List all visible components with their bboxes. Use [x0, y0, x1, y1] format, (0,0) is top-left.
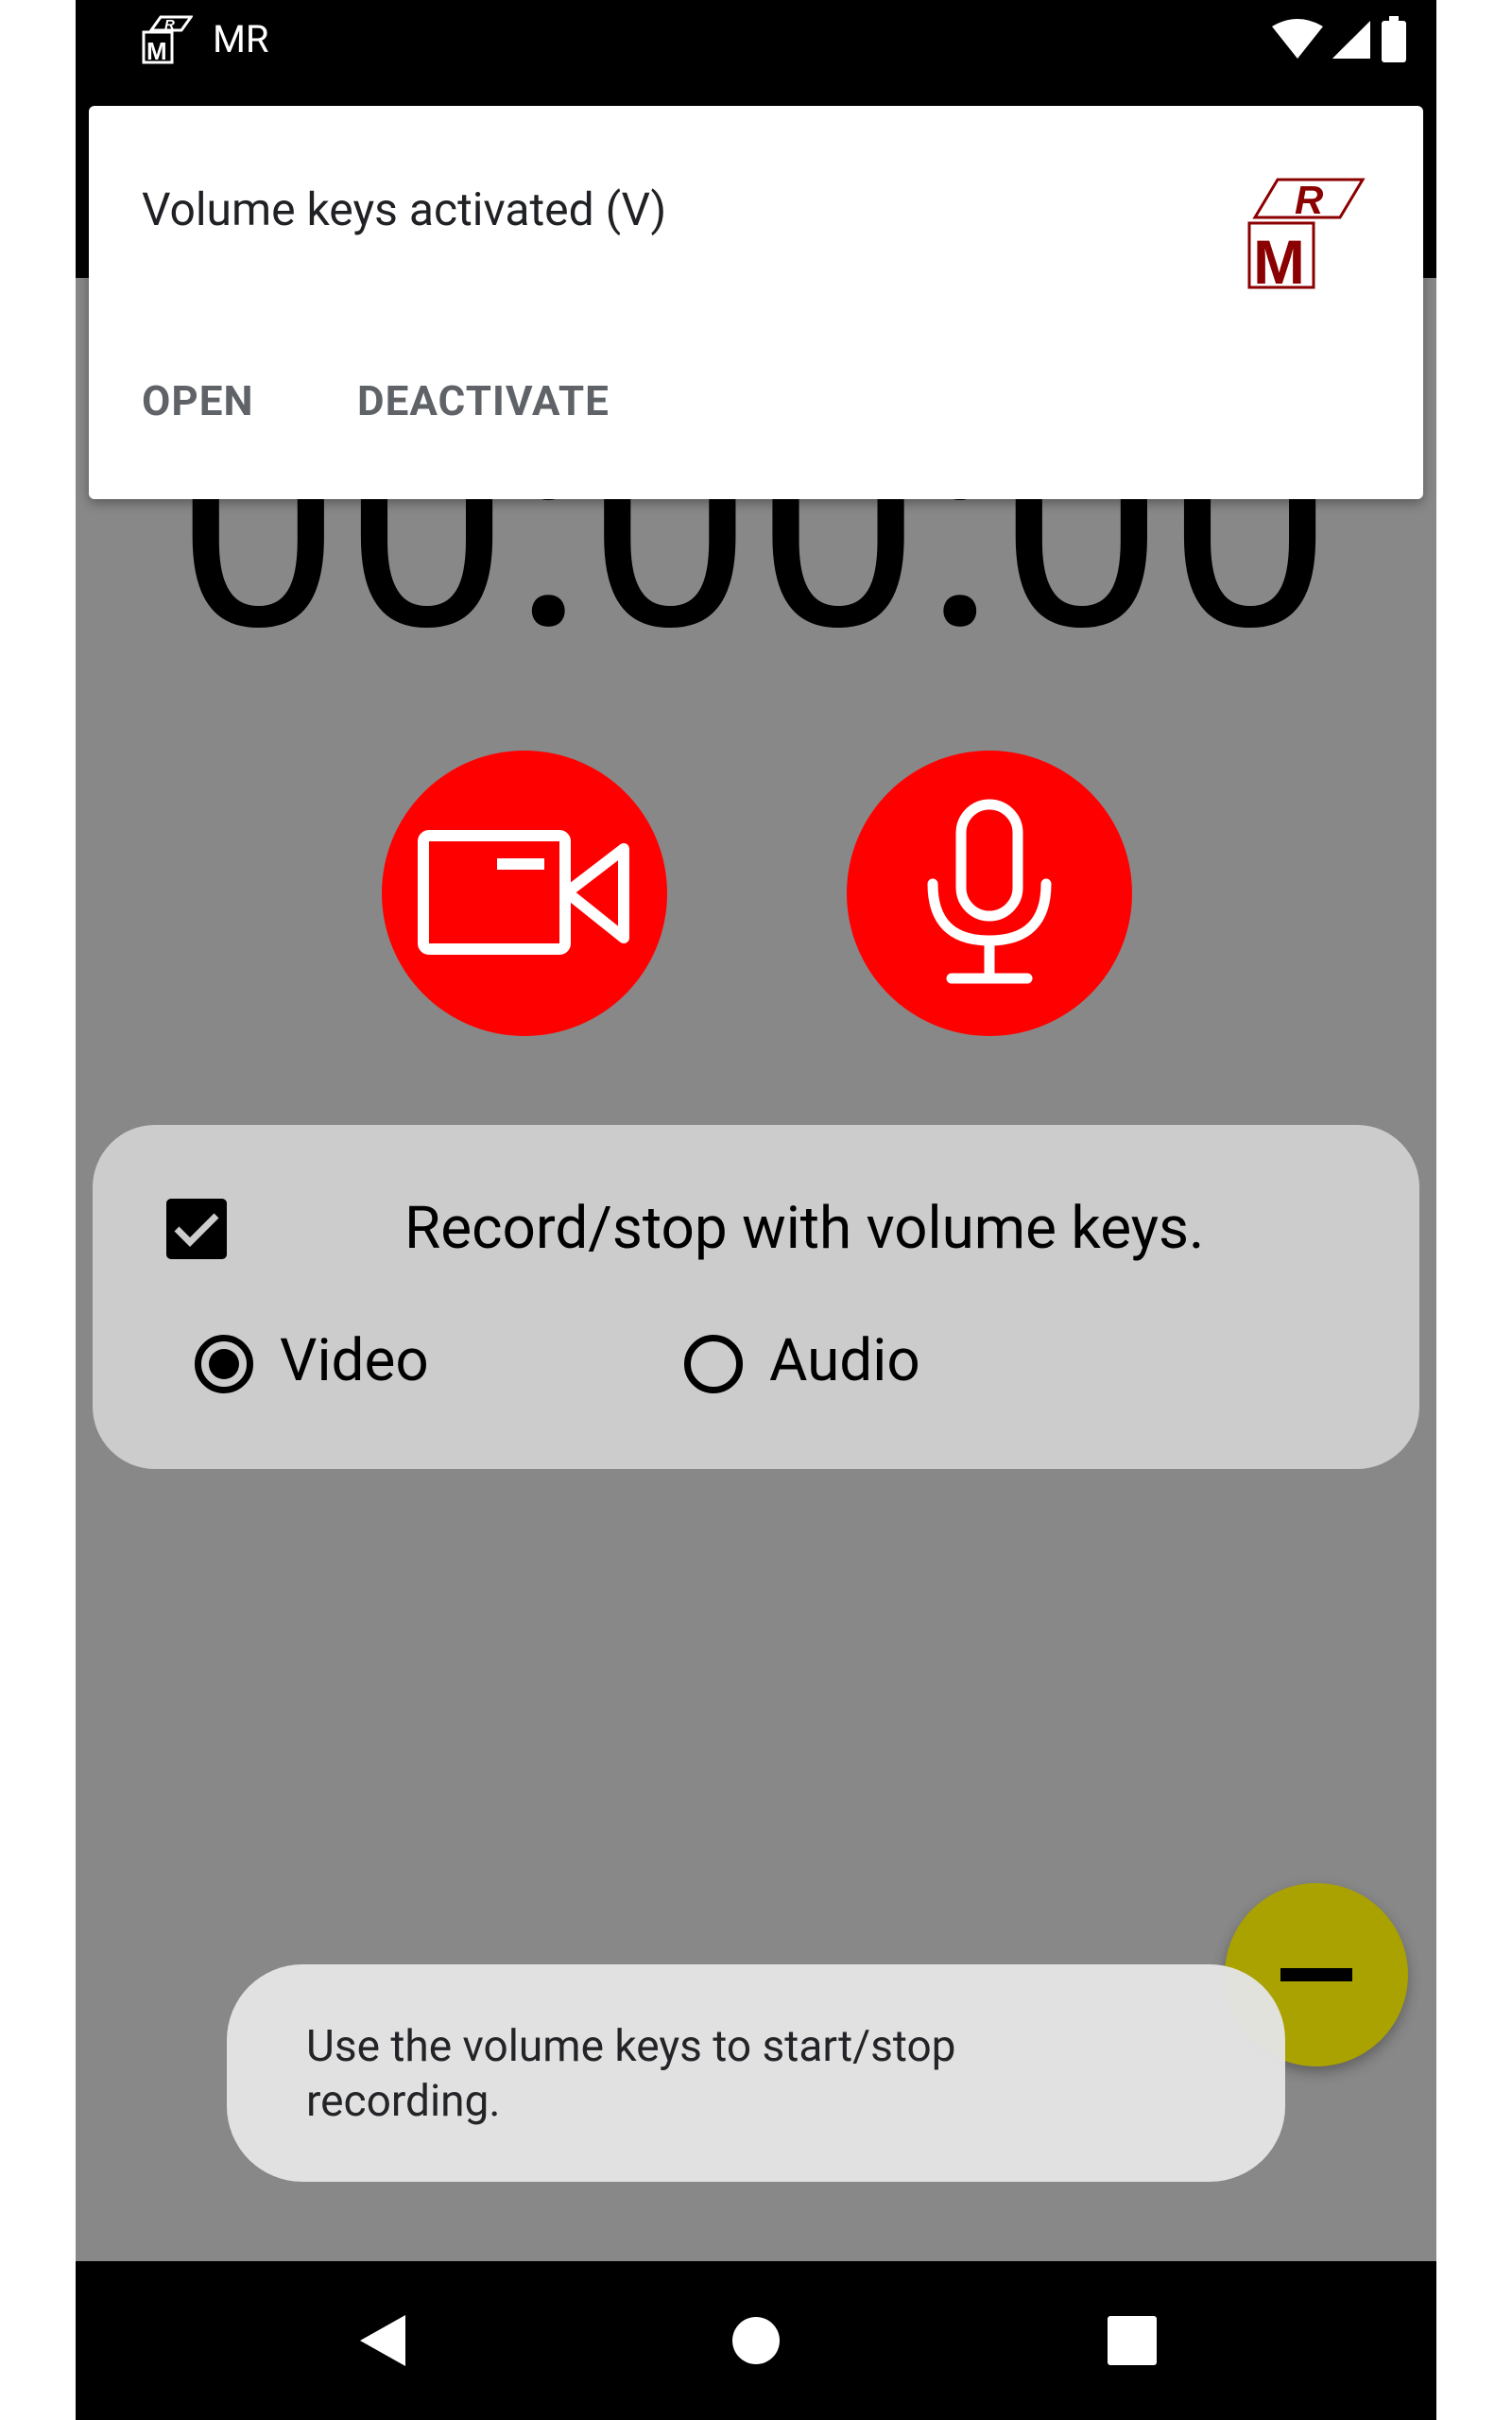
- status-app-label: MR: [213, 17, 269, 61]
- radio-video[interactable]: [195, 1335, 253, 1393]
- toast-message: Use the volume keys to start/stop record…: [227, 1964, 1285, 2182]
- radio-audio-label[interactable]: Audio: [769, 1323, 920, 1399]
- toast-text: Use the volume keys to start/stop record…: [306, 2021, 956, 2127]
- volume-keys-checkbox[interactable]: [166, 1199, 227, 1259]
- video-camera-icon: [418, 830, 629, 955]
- back-icon: [360, 2315, 405, 2366]
- volume-keys-label[interactable]: Record/stop with volume keys.: [404, 1191, 1204, 1267]
- notification-title: Volume keys activated (V): [142, 182, 667, 236]
- checkmark-icon: [174, 1213, 219, 1247]
- svg-text:M: M: [1253, 227, 1305, 295]
- heads-up-notification[interactable]: Volume keys activated (V) R M OPEN DEACT…: [89, 106, 1423, 499]
- svg-text:M: M: [146, 37, 167, 65]
- nav-home-button[interactable]: [685, 2261, 827, 2420]
- rm-logo-icon: R M: [1247, 178, 1366, 295]
- radio-selected-dot: [209, 1349, 239, 1379]
- phone-screen: 00:00:00 Record/stop with volume keys. V…: [76, 0, 1436, 2420]
- svg-text:R: R: [1295, 178, 1324, 222]
- record-audio-button[interactable]: [847, 751, 1132, 1036]
- notification-open-button[interactable]: OPEN: [142, 374, 254, 427]
- options-card: Record/stop with volume keys. Video Audi…: [93, 1125, 1419, 1469]
- microphone-icon: [927, 799, 1052, 984]
- svg-text:R: R: [164, 17, 175, 33]
- nav-back-button[interactable]: [312, 2261, 454, 2420]
- navigation-bar: [76, 2261, 1436, 2420]
- record-video-button[interactable]: [382, 751, 667, 1036]
- minus-icon: [1280, 1968, 1352, 1981]
- status-icons: [1272, 13, 1408, 66]
- wifi-icon: [1272, 19, 1323, 59]
- battery-icon: [1382, 16, 1406, 62]
- home-icon: [732, 2317, 780, 2364]
- app-logo-icon: R M: [142, 15, 193, 65]
- signal-icon: [1332, 21, 1370, 59]
- recents-icon: [1108, 2316, 1157, 2365]
- radio-audio[interactable]: [684, 1335, 743, 1393]
- nav-recents-button[interactable]: [1061, 2261, 1203, 2420]
- notification-deactivate-button[interactable]: DEACTIVATE: [357, 374, 610, 427]
- radio-video-label[interactable]: Video: [280, 1323, 429, 1399]
